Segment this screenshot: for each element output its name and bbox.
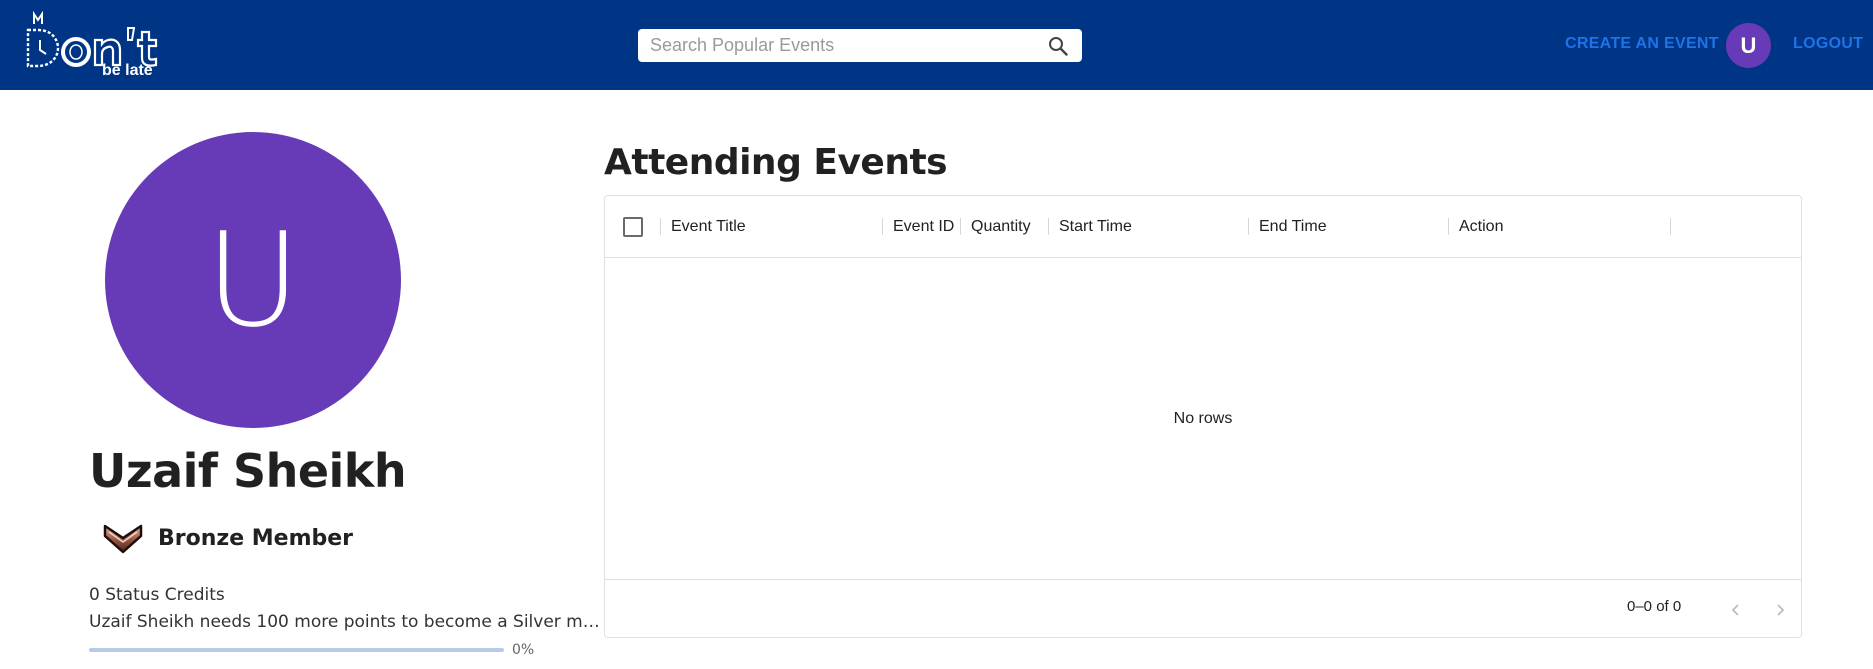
profile-avatar: U xyxy=(105,132,401,428)
logo-subtitle: be late xyxy=(102,62,153,79)
column-separator[interactable] xyxy=(1048,218,1049,235)
no-rows-text: No rows xyxy=(1173,410,1233,427)
column-header-start-time[interactable]: Start Time xyxy=(1059,218,1132,236)
chevron-left-icon xyxy=(1731,604,1739,616)
grid-header: Event Title Event ID Quantity Start Time… xyxy=(605,196,1801,258)
chevron-right-icon xyxy=(1777,604,1785,616)
search-input[interactable] xyxy=(650,35,1046,56)
search-icon[interactable] xyxy=(1046,34,1070,58)
next-page-button[interactable] xyxy=(1766,596,1794,624)
grid-footer: 0–0 of 0 xyxy=(605,579,1801,637)
column-separator[interactable] xyxy=(882,218,883,235)
status-credits: 0 Status Credits xyxy=(89,585,225,605)
select-all-checkbox[interactable] xyxy=(623,217,643,237)
tier-progress-label: 0% xyxy=(512,642,535,658)
attending-events-title: Attending Events xyxy=(604,142,948,183)
user-avatar[interactable]: U xyxy=(1726,23,1771,68)
membership-tier: Bronze Member xyxy=(103,520,353,556)
column-header-end-time[interactable]: End Time xyxy=(1259,218,1327,236)
bronze-chevron-icon xyxy=(103,520,143,556)
membership-label: Bronze Member xyxy=(158,525,354,551)
column-header-action[interactable]: Action xyxy=(1459,218,1503,236)
column-separator[interactable] xyxy=(660,218,661,235)
column-separator[interactable] xyxy=(1670,218,1671,235)
next-tier-message: Uzaif Sheikh needs 100 more points to be… xyxy=(89,612,603,632)
column-header-event-title[interactable]: Event Title xyxy=(671,218,746,236)
profile-name: Uzaif Sheikh xyxy=(89,444,407,498)
previous-page-button[interactable] xyxy=(1722,596,1750,624)
create-event-link[interactable]: CREATE AN EVENT xyxy=(1565,35,1719,53)
column-header-quantity[interactable]: Quantity xyxy=(971,218,1031,236)
app-bar: be late CREATE AN EVENT U LOGOUT xyxy=(0,0,1873,90)
column-separator[interactable] xyxy=(960,218,961,235)
column-separator[interactable] xyxy=(1448,218,1449,235)
events-data-grid: Event Title Event ID Quantity Start Time… xyxy=(604,195,1802,638)
column-header-event-id[interactable]: Event ID xyxy=(893,218,954,236)
dont-be-late-logo[interactable]: be late xyxy=(24,10,172,82)
column-separator[interactable] xyxy=(1248,218,1249,235)
empty-overlay: No rows xyxy=(605,258,1801,580)
pagination-count: 0–0 of 0 xyxy=(1627,598,1682,615)
logout-link[interactable]: LOGOUT xyxy=(1793,35,1863,53)
tier-progress-bar xyxy=(89,648,504,652)
search-bar[interactable] xyxy=(638,29,1082,62)
